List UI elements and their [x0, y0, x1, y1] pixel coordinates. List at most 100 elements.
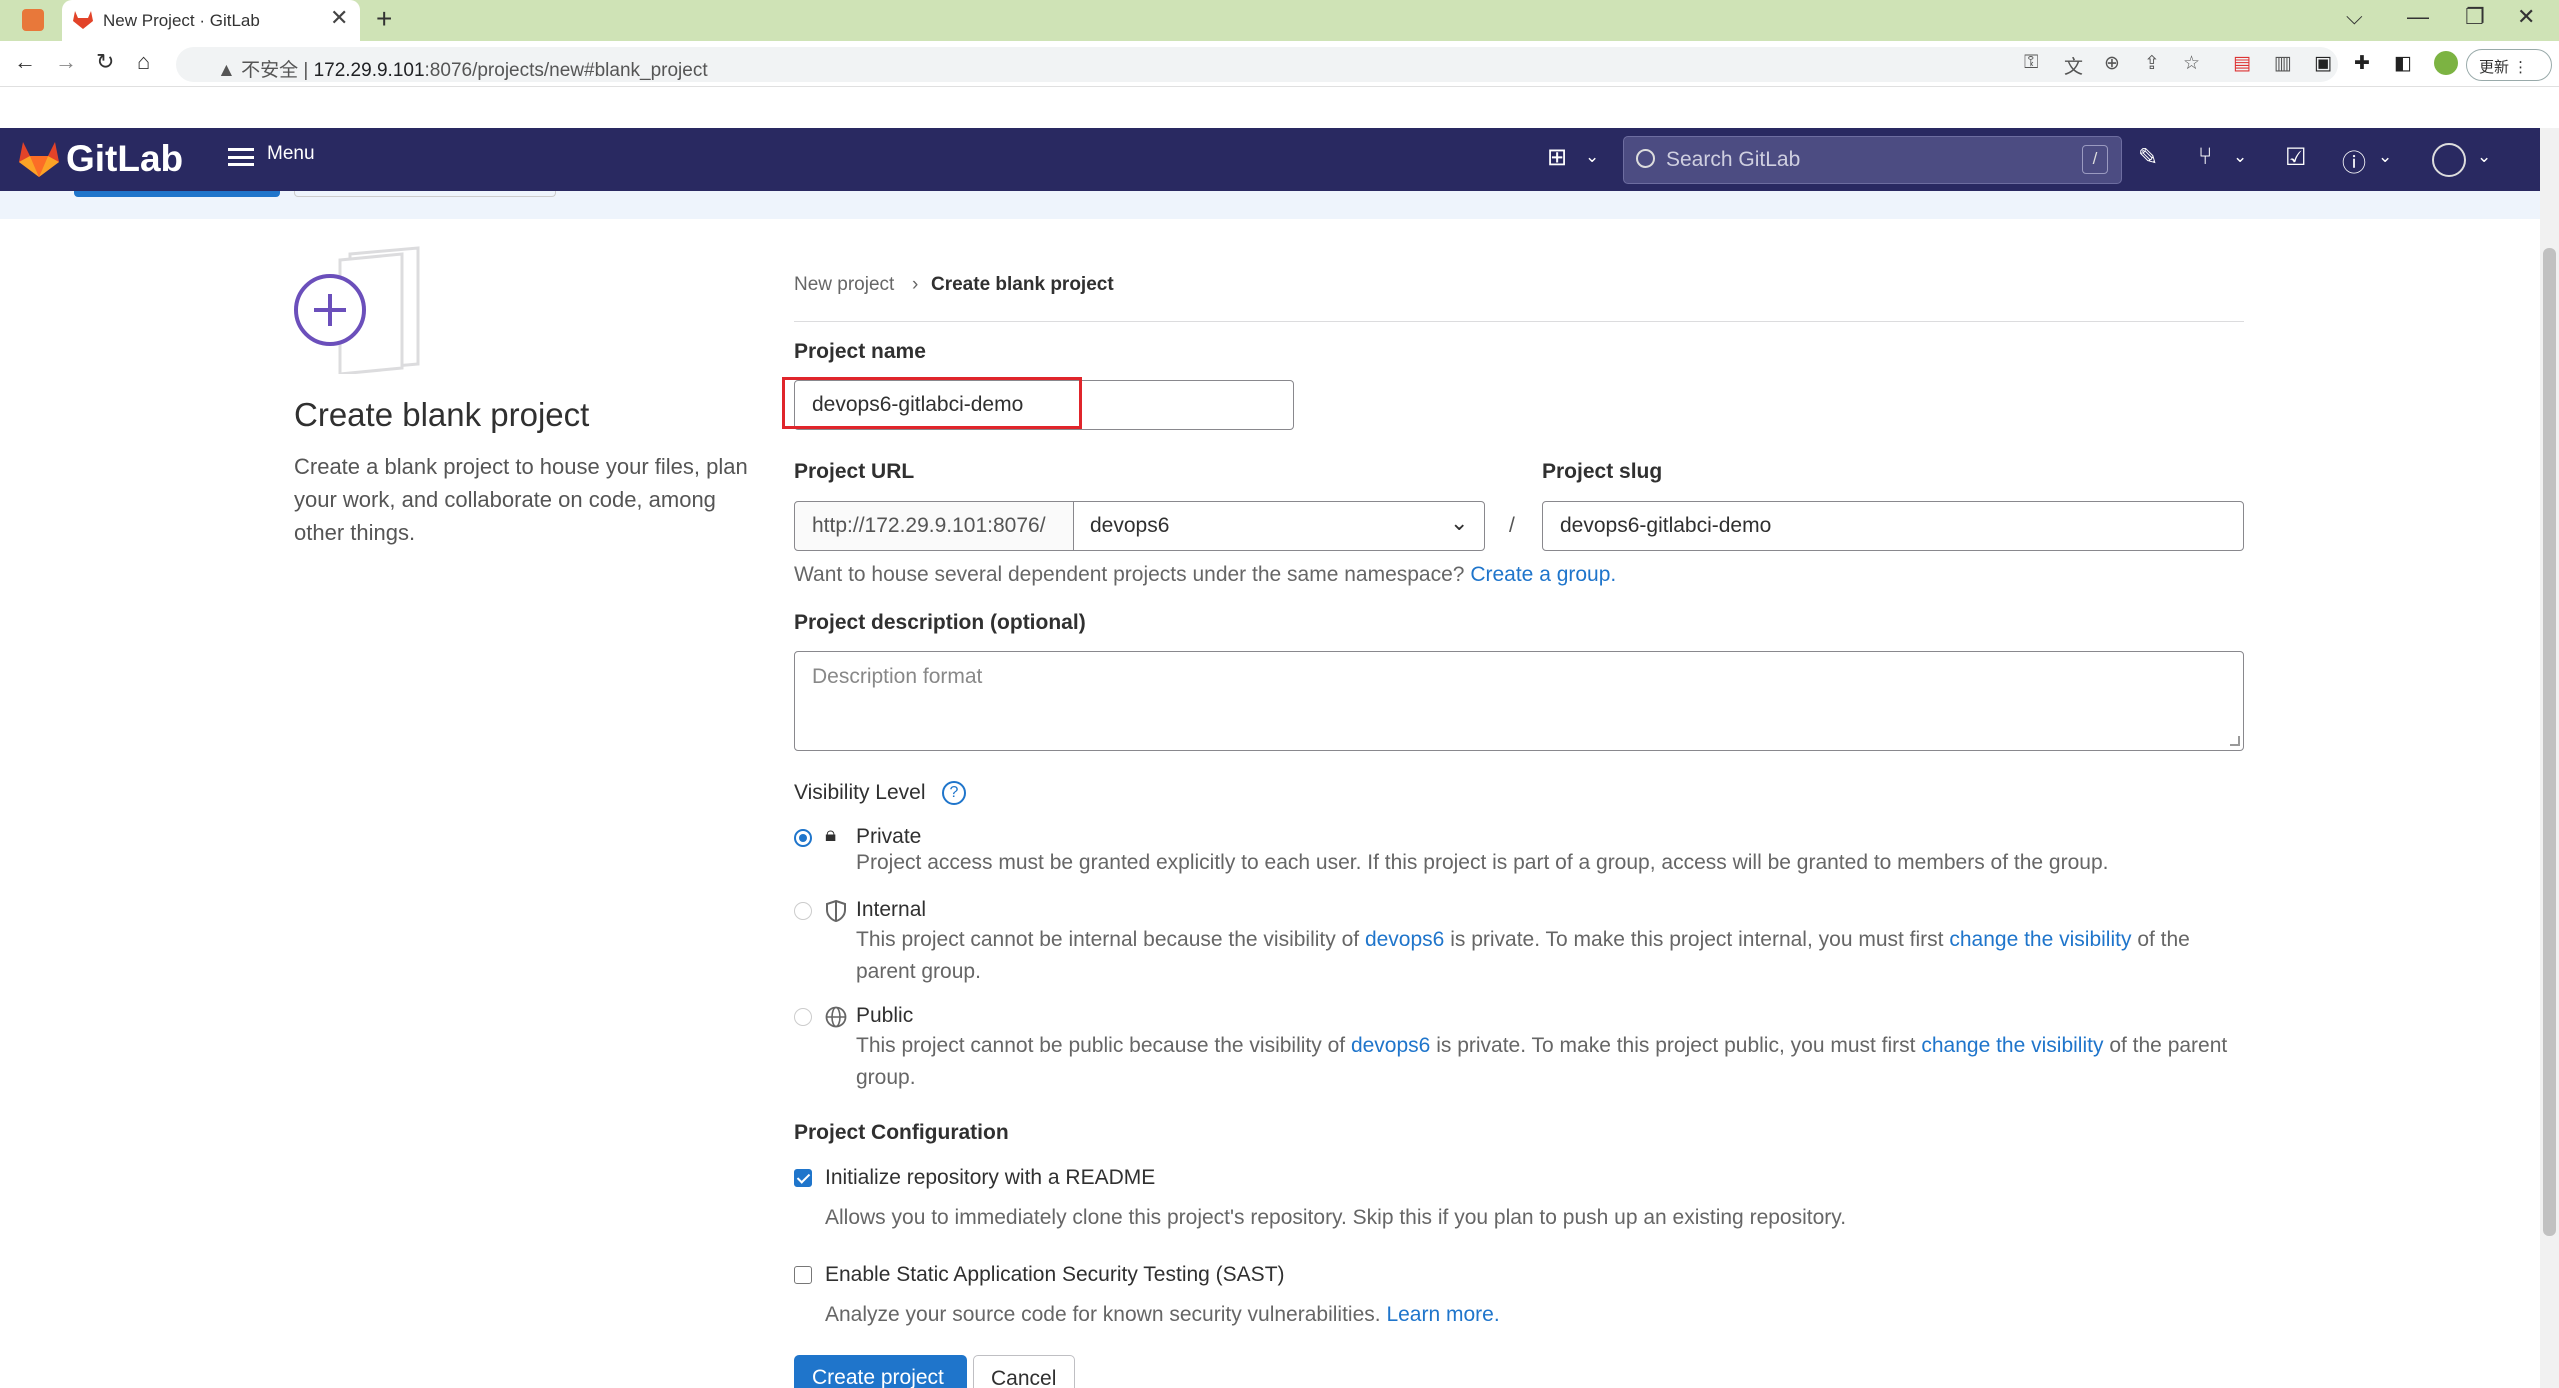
- sast-checkbox[interactable]: [794, 1266, 812, 1284]
- visibility-public-desc: This project cannot be public because th…: [856, 1030, 2236, 1094]
- help-icon[interactable]: ⓘ: [2342, 143, 2366, 178]
- browser-tab-title: New Project · GitLab: [103, 11, 260, 30]
- restore-icon[interactable]: ❐: [2465, 4, 2485, 30]
- url-slug-slash: /: [1509, 514, 1515, 537]
- back-icon[interactable]: ←: [14, 49, 36, 75]
- user-avatar[interactable]: [2432, 143, 2466, 177]
- project-url-prefix-text: http://172.29.9.101:8076/: [812, 514, 1046, 537]
- bookmark-star-icon[interactable]: ☆: [2183, 52, 2200, 75]
- visibility-label: Visibility Level: [794, 781, 926, 804]
- url-host: 172.29.9.101: [313, 60, 425, 81]
- sast-desc: Analyze your source code for known secur…: [825, 1303, 1500, 1327]
- user-chevron-down-icon[interactable]: ⌄: [2477, 147, 2491, 167]
- sast-desc-text: Analyze your source code for known secur…: [825, 1303, 1381, 1326]
- minimize-icon[interactable]: —: [2407, 4, 2429, 30]
- cancel-button[interactable]: Cancel: [973, 1355, 1075, 1388]
- url-text[interactable]: ▲ 不安全 | 172.29.9.101:8076/projects/new#b…: [217, 55, 708, 82]
- forward-icon[interactable]: →: [55, 49, 77, 75]
- translate-icon[interactable]: 文: [2064, 52, 2083, 79]
- public-change-visibility-link[interactable]: change the visibility: [1921, 1034, 2103, 1057]
- home-icon[interactable]: ⌂: [137, 49, 150, 75]
- learn-more-link[interactable]: Learn more.: [1386, 1303, 1499, 1326]
- create-new-icon[interactable]: ⊞: [1547, 143, 1567, 172]
- public-devops6-link[interactable]: devops6: [1351, 1034, 1430, 1057]
- hidden-tab-outline: [294, 191, 556, 197]
- extension-red-icon[interactable]: ▤: [2233, 52, 2251, 75]
- breadcrumb-new-project[interactable]: New project: [794, 274, 894, 296]
- menu-button[interactable]: Menu: [267, 143, 315, 165]
- project-slug-label: Project slug: [1542, 460, 1663, 483]
- visibility-internal-desc: This project cannot be internal because …: [856, 924, 2236, 988]
- breadcrumb-separator: ›: [912, 274, 919, 295]
- new-tab-button[interactable]: +: [376, 3, 392, 35]
- public-desc-part-a: This project cannot be public because th…: [856, 1034, 1346, 1057]
- visibility-public-radio[interactable]: [794, 1008, 812, 1026]
- visibility-internal-radio[interactable]: [794, 902, 812, 920]
- create-chevron-down-icon[interactable]: ⌄: [1585, 147, 1599, 167]
- gitlab-top-bar: [0, 128, 2540, 191]
- visibility-public-label[interactable]: Public: [856, 1004, 913, 1028]
- gitlab-tanuki-logo-icon[interactable]: [18, 140, 60, 178]
- gitlab-favicon-icon: [73, 11, 93, 29]
- readme-label[interactable]: Initialize repository with a README: [825, 1166, 1155, 1190]
- readme-desc: Allows you to immediately clone this pro…: [825, 1206, 1847, 1229]
- extensions-puzzle-icon[interactable]: ✚: [2354, 52, 2370, 75]
- tab-search-chevron-icon[interactable]: ⌵: [2346, 4, 2363, 30]
- search-shortcut-badge: /: [2082, 145, 2108, 174]
- profile-avatar-icon[interactable]: [2434, 51, 2458, 75]
- extension-dark-icon[interactable]: ▣: [2314, 52, 2332, 75]
- panel-title: Create blank project: [294, 396, 590, 433]
- namespace-value: devops6: [1090, 514, 1170, 537]
- public-desc-part-b: is private. To make this project public,…: [1436, 1034, 1916, 1057]
- breadcrumb-divider: [794, 321, 2244, 322]
- sast-label[interactable]: Enable Static Application Security Testi…: [825, 1263, 1285, 1287]
- reload-icon[interactable]: ↻: [96, 49, 114, 75]
- internal-desc-part-a: This project cannot be internal because …: [856, 928, 1360, 951]
- blank-project-illustration-icon: [294, 246, 420, 374]
- project-url-label: Project URL: [794, 460, 915, 483]
- url-path: :8076/projects/new#blank_project: [424, 60, 708, 81]
- update-button[interactable]: 更新 ⋮: [2466, 49, 2552, 81]
- description-textarea[interactable]: [794, 651, 2244, 751]
- browser-app-icon: [22, 9, 44, 31]
- visibility-internal-label[interactable]: Internal: [856, 898, 926, 922]
- highlight-annotation-box: [782, 377, 1082, 429]
- group-hint: Want to house several dependent projects…: [794, 563, 1616, 587]
- search-icon: [1636, 149, 1655, 168]
- menu-hamburger-icon[interactable]: [228, 148, 254, 166]
- extension-gray-icon[interactable]: ▥: [2274, 52, 2292, 75]
- create-group-link[interactable]: Create a group.: [1470, 563, 1616, 586]
- textarea-resize-handle-icon[interactable]: [2230, 736, 2240, 746]
- side-panel-icon[interactable]: ◧: [2394, 52, 2412, 75]
- visibility-private-desc: Project access must be granted explicitl…: [856, 851, 2109, 874]
- internal-devops6-link[interactable]: devops6: [1365, 928, 1444, 951]
- share-icon[interactable]: ⇪: [2144, 52, 2160, 75]
- visibility-help-icon[interactable]: ?: [942, 781, 966, 805]
- description-placeholder: Description format: [812, 665, 983, 688]
- mr-chevron-down-icon[interactable]: ⌄: [2233, 147, 2247, 167]
- create-project-button[interactable]: Create project: [794, 1355, 967, 1388]
- hidden-tab-active-underline: [74, 191, 280, 197]
- globe-icon: [825, 1006, 847, 1028]
- readme-checkbox[interactable]: [794, 1169, 812, 1187]
- help-chevron-down-icon[interactable]: ⌄: [2378, 147, 2392, 167]
- internal-change-visibility-link[interactable]: change the visibility: [1949, 928, 2131, 951]
- description-label: Project description (optional): [794, 611, 1086, 634]
- panel-description: Create a blank project to house your fil…: [294, 454, 748, 545]
- visibility-private-label[interactable]: Private: [856, 825, 921, 849]
- todos-icon[interactable]: ☑: [2285, 143, 2307, 172]
- visibility-private-radio[interactable]: [794, 829, 812, 847]
- merge-requests-icon[interactable]: ⑂: [2198, 143, 2212, 171]
- breadcrumb-current: Create blank project: [931, 274, 1114, 295]
- lock-icon: 🔒︎: [825, 823, 837, 846]
- zoom-icon[interactable]: ⊕: [2104, 52, 2120, 75]
- tab-close-icon[interactable]: ✕: [330, 5, 348, 31]
- gitlab-wordmark[interactable]: GitLab: [66, 138, 183, 180]
- project-slug-value: devops6-gitlabci-demo: [1560, 514, 1772, 537]
- window-close-icon[interactable]: ✕: [2517, 4, 2535, 30]
- key-icon[interactable]: ⚿: [2024, 52, 2038, 74]
- scrollbar-thumb[interactable]: [2543, 248, 2556, 1236]
- issues-icon[interactable]: ✎: [2138, 143, 2158, 172]
- group-hint-text: Want to house several dependent projects…: [794, 563, 1465, 586]
- url-security-prefix: ▲ 不安全 |: [217, 60, 314, 81]
